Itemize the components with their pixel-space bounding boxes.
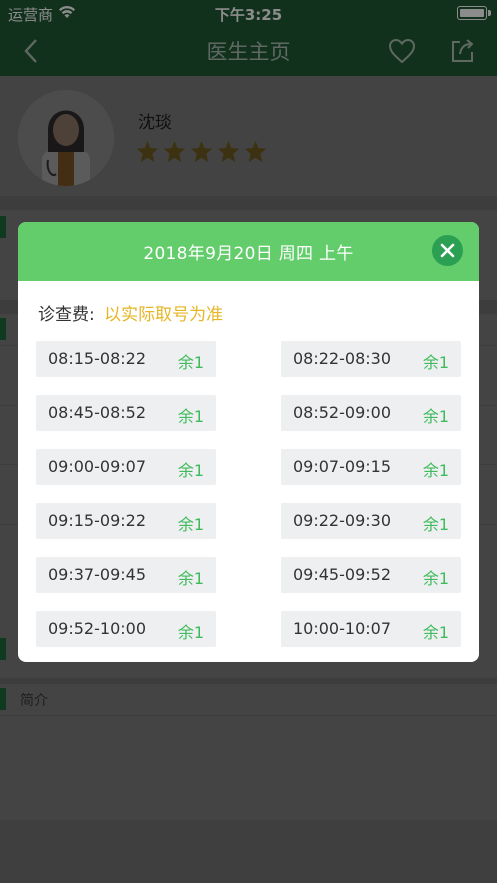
slot-remaining: 余1 [177, 407, 204, 426]
fee-value: 以实际取号为准 [104, 305, 224, 325]
time-slot[interactable]: 09:00-09:07 余1 [36, 449, 216, 485]
slot-time-range: 09:52-10:00 [48, 619, 146, 638]
slot-time-range: 09:00-09:07 [48, 457, 146, 476]
slot-time-range: 09:45-09:52 [293, 565, 391, 584]
time-slot[interactable]: 09:15-09:22 余1 [36, 503, 216, 539]
slot-remaining: 余1 [177, 569, 204, 588]
close-icon [440, 243, 455, 258]
slot-time-range: 09:22-09:30 [293, 511, 391, 530]
slot-time-range: 09:07-09:15 [293, 457, 391, 476]
time-slot[interactable]: 09:52-10:00 余1 [36, 611, 216, 647]
close-button[interactable] [432, 235, 463, 266]
appointment-time-modal: 2018年9月20日 周四 上午 诊查费: 以实际取号为准 08:15-08:2… [18, 222, 479, 662]
slot-remaining: 余1 [422, 623, 449, 642]
time-slot[interactable]: 08:22-08:30 余1 [281, 341, 461, 377]
slot-time-range: 08:45-08:52 [48, 403, 146, 422]
slot-remaining: 余1 [422, 569, 449, 588]
slot-remaining: 余1 [177, 623, 204, 642]
slot-time-range: 10:00-10:07 [293, 619, 391, 638]
slot-remaining: 余1 [177, 353, 204, 372]
slot-remaining: 余1 [422, 515, 449, 534]
slot-remaining: 余1 [177, 515, 204, 534]
slot-time-range: 08:22-08:30 [293, 349, 391, 368]
slot-time-range: 08:52-09:00 [293, 403, 391, 422]
time-slot[interactable]: 09:45-09:52 余1 [281, 557, 461, 593]
slot-remaining: 余1 [422, 461, 449, 480]
slot-remaining: 余1 [422, 353, 449, 372]
modal-header: 2018年9月20日 周四 上午 [18, 222, 479, 281]
time-slot[interactable]: 08:45-08:52 余1 [36, 395, 216, 431]
time-slot[interactable]: 08:15-08:22 余1 [36, 341, 216, 377]
time-slot[interactable]: 09:37-09:45 余1 [36, 557, 216, 593]
time-slot[interactable]: 09:22-09:30 余1 [281, 503, 461, 539]
slot-time-range: 09:15-09:22 [48, 511, 146, 530]
fee-label: 诊查费: [38, 305, 95, 325]
slot-time-range: 09:37-09:45 [48, 565, 146, 584]
slot-time-range: 08:15-08:22 [48, 349, 146, 368]
slot-remaining: 余1 [177, 461, 204, 480]
time-slot[interactable]: 09:07-09:15 余1 [281, 449, 461, 485]
time-slot[interactable]: 08:52-09:00 余1 [281, 395, 461, 431]
slot-remaining: 余1 [422, 407, 449, 426]
time-slot[interactable]: 10:00-10:07 余1 [281, 611, 461, 647]
fee-row: 诊查费: 以实际取号为准 [38, 300, 223, 325]
modal-title: 2018年9月20日 周四 上午 [143, 244, 354, 264]
